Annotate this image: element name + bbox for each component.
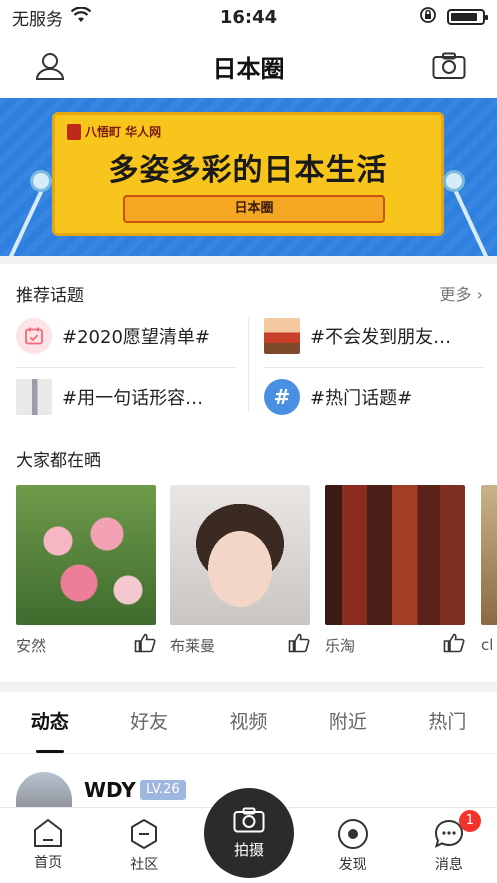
rotation-lock-icon (419, 6, 437, 29)
shoot-label: 拍摄 (233, 840, 264, 859)
profile-button[interactable] (32, 48, 68, 84)
unread-badge: 1 (458, 810, 481, 832)
topic-label: #2020愿望清单# (62, 327, 210, 348)
tabbar-discover[interactable]: 发现 (313, 808, 393, 883)
topic-item[interactable]: # #热门话题# (264, 372, 486, 422)
flowers-photo (16, 485, 156, 625)
tabbar-label: 首页 (34, 855, 63, 871)
tabbar-community[interactable]: 社区 (104, 808, 184, 883)
battery-icon (447, 9, 488, 25)
camera-icon (233, 807, 265, 832)
hashtag-icon: # (264, 379, 300, 415)
tabbar-messages[interactable]: 消息 1 (409, 808, 489, 883)
feed-tabs: 动态 好友 视频 附近 热门 (0, 692, 497, 754)
card-author: 布莱曼 (170, 636, 216, 655)
topic-label: #用一句话形容… (62, 388, 204, 409)
shoot-button[interactable]: 拍摄 (204, 788, 294, 878)
status-bar: 无服务 16:44 (0, 0, 497, 34)
card-author: 安然 (16, 636, 47, 655)
divider (0, 256, 497, 264)
like-icon[interactable] (288, 633, 310, 657)
tube-icon (443, 170, 465, 192)
showcase-card[interactable]: cl (481, 485, 497, 665)
camera-button[interactable] (431, 48, 467, 84)
showcase-section-title: 大家都在晒 (16, 451, 101, 471)
wifi-icon (70, 6, 92, 28)
topic-item[interactable]: #2020愿望清单# (16, 311, 238, 361)
person-thumbnail (16, 379, 52, 415)
carrier-label: 无服务 (12, 9, 63, 30)
like-icon[interactable] (443, 633, 465, 657)
topics-section-title: 推荐话题 (16, 286, 84, 306)
divider (0, 682, 497, 692)
feed-user-name[interactable]: WDY (84, 778, 136, 802)
clock: 16:44 (219, 6, 278, 28)
discover-icon (337, 819, 368, 849)
home-icon (34, 819, 63, 847)
showcase-card[interactable]: 乐淘 (325, 485, 465, 665)
tab-dynamic[interactable]: 动态 (0, 692, 99, 753)
page-title: 日本圈 (212, 54, 285, 83)
landscape-thumbnail (264, 318, 300, 354)
tabbar-label: 发现 (338, 857, 367, 873)
topic-item[interactable]: #用一句话形容… (16, 372, 238, 422)
card-author: 乐淘 (325, 636, 356, 655)
battery-level-fill (451, 13, 477, 21)
banner-card: 八悟町 华人网 多姿多彩的日本生活 日本圈 (52, 112, 444, 236)
nav-bar: 日本圈 (0, 34, 497, 98)
topic-label: #热门话题# (310, 388, 413, 409)
doll-photo (170, 485, 310, 625)
banner-pill: 日本圈 (123, 195, 385, 223)
tabbar-label: 社区 (130, 857, 159, 873)
tab-popular[interactable]: 热门 (398, 692, 497, 753)
card-author: cl (481, 636, 494, 654)
tabbar-home[interactable]: 首页 (8, 808, 88, 883)
calendar-icon (16, 318, 52, 354)
topic-label: #不会发到朋友… (310, 327, 452, 348)
banner-logo: 八悟町 华人网 (67, 123, 161, 140)
tube-icon (30, 170, 52, 192)
like-icon[interactable] (134, 633, 156, 657)
community-icon (131, 819, 158, 849)
tab-video[interactable]: 视频 (199, 692, 298, 753)
user-icon (35, 53, 65, 80)
tabbar-label: 消息 (434, 857, 463, 873)
tab-friends[interactable]: 好友 (99, 692, 198, 753)
camera-icon (432, 52, 466, 79)
seal-icon (67, 123, 81, 140)
avatar[interactable] (16, 772, 72, 812)
topic-item[interactable]: #不会发到朋友… (264, 311, 486, 361)
showcase-card[interactable]: 布莱曼 (170, 485, 310, 665)
showcase-card[interactable]: 安然 (16, 485, 156, 665)
level-badge: LV.26 (140, 780, 186, 800)
partial-photo (481, 485, 497, 625)
tab-nearby[interactable]: 附近 (298, 692, 397, 753)
promo-banner[interactable]: 八悟町 华人网 多姿多彩的日本生活 日本圈 (0, 98, 497, 256)
bottles-photo (325, 485, 465, 625)
banner-headline: 多姿多彩的日本生活 (108, 153, 388, 188)
more-topics-link[interactable]: 更多 › (440, 281, 484, 305)
